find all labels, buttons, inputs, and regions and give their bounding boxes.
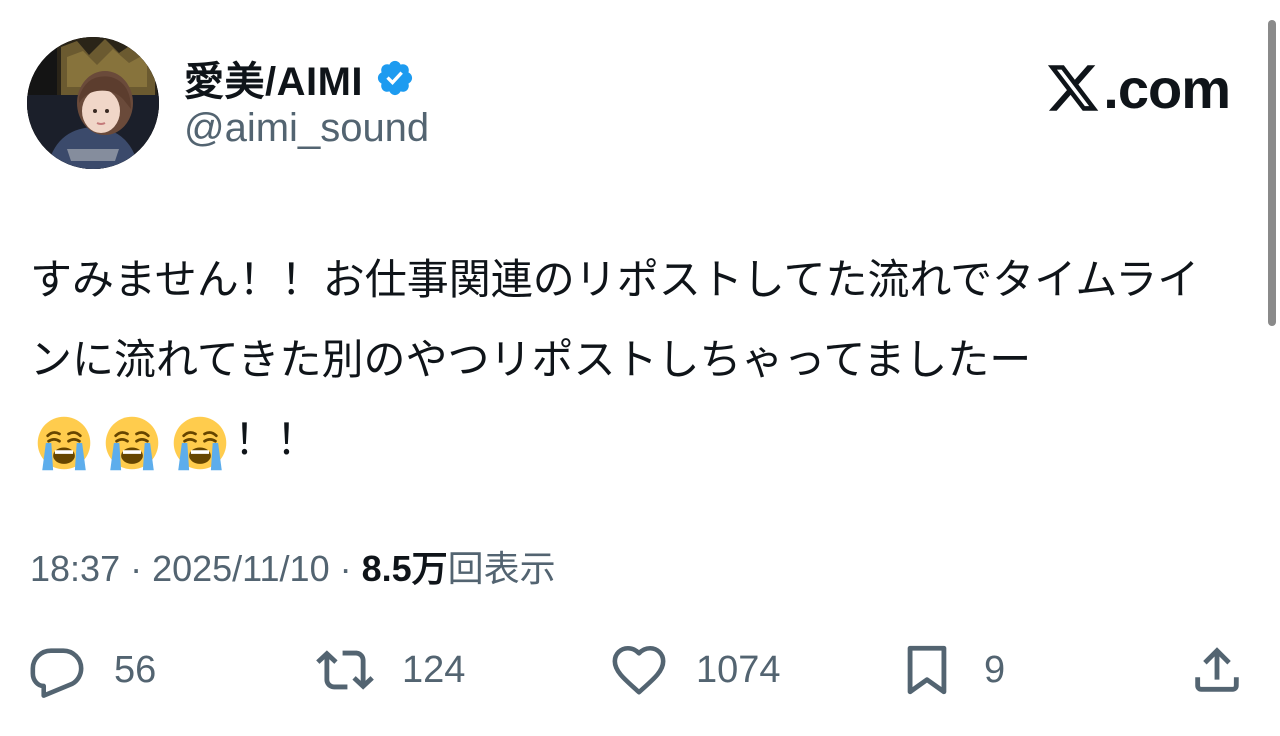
loudly-crying-face-icon <box>105 416 159 471</box>
retweet-icon <box>316 650 374 690</box>
share-button[interactable] <box>1188 630 1246 710</box>
like-count: 1074 <box>696 648 781 691</box>
reply-count: 56 <box>114 648 157 691</box>
bookmark-button[interactable]: 9 <box>898 630 1005 710</box>
tweet-text: すみません！！お仕事関連のリポストしてた流れでタイムラインに流れてきた別のやつリ… <box>30 240 1230 480</box>
scrollbar[interactable] <box>1268 20 1276 326</box>
avatar-image <box>27 37 159 169</box>
verified-badge-icon <box>377 60 413 96</box>
tweet-actions-bar: 56 124 1074 9 <box>0 630 1280 710</box>
tweet-date[interactable]: 2025/11/10 <box>152 548 330 589</box>
loudly-crying-face-icon <box>37 416 91 471</box>
display-name[interactable]: 愛美/AIMI <box>184 49 363 107</box>
bookmark-count: 9 <box>984 648 1006 691</box>
display-name-row: 愛美/AIMI <box>184 52 415 104</box>
heart-icon <box>612 645 666 695</box>
emoji-group <box>30 414 234 472</box>
x-domain-text: .com <box>1103 56 1231 120</box>
retweet-count: 124 <box>402 648 466 691</box>
tweet-text-main: すみません！！お仕事関連のリポストしてた流れでタイムラインに流れてきた別のやつリ… <box>30 256 1200 383</box>
share-icon <box>1195 647 1239 692</box>
x-logo-icon <box>1048 65 1099 111</box>
tweet-text-tail: ！！ <box>234 416 319 463</box>
views-label: 回表示 <box>447 548 556 589</box>
loudly-crying-face-icon <box>173 416 227 471</box>
x-com-logo: .com <box>1045 56 1231 120</box>
retweet-button[interactable]: 124 <box>316 630 465 710</box>
meta-separator: · <box>329 548 362 589</box>
reply-icon <box>30 648 84 698</box>
like-button[interactable]: 1074 <box>610 630 781 710</box>
avatar[interactable] <box>27 37 159 169</box>
tweet-meta: 18:37 · 2025/11/10 · 8.5万回表示 <box>30 540 556 592</box>
tweet-screenshot: 愛美/AIMI @aimi_sound .com すみません！！お仕事関連のリポ… <box>0 0 1280 736</box>
meta-separator: · <box>120 548 153 589</box>
user-handle[interactable]: @aimi_sound <box>184 106 429 151</box>
bookmark-icon <box>907 645 947 695</box>
views-count: 8.5万 <box>361 548 448 589</box>
tweet-time[interactable]: 18:37 <box>30 548 120 589</box>
reply-button[interactable]: 56 <box>28 630 156 710</box>
